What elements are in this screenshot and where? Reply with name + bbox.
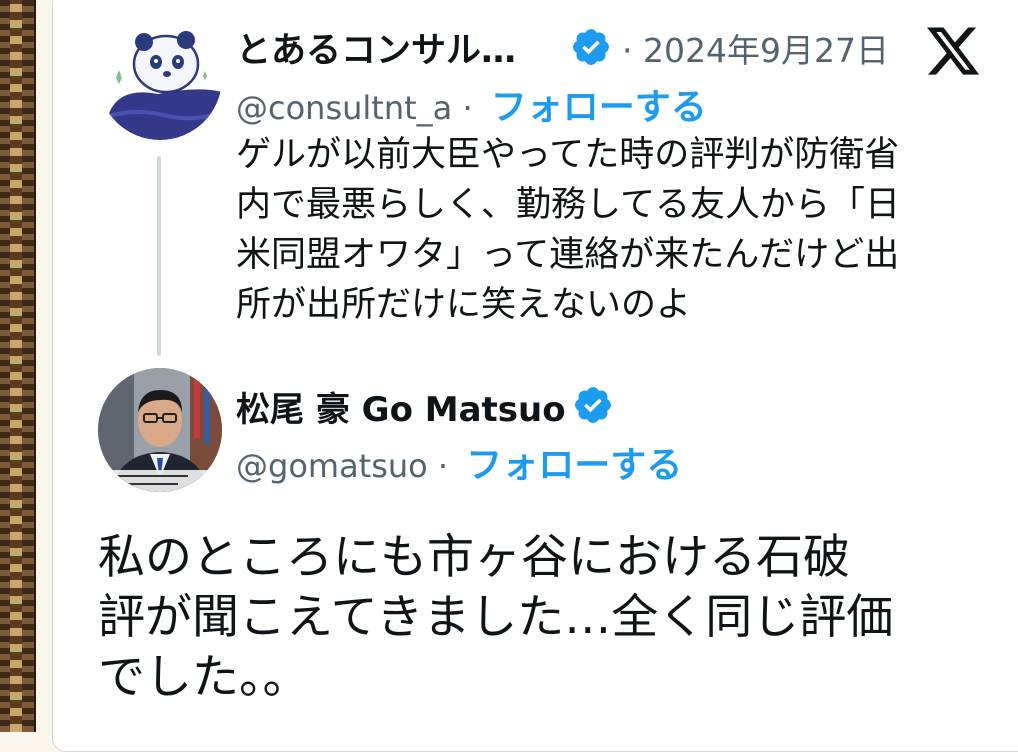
main-display-name[interactable]: 松尾 豪 Go Matsuo (236, 382, 566, 431)
avatar-consultnt[interactable] (98, 16, 222, 140)
decorative-frame-border (0, 0, 36, 732)
handle-separator: · (437, 447, 449, 485)
quoted-tweet-text: ゲルが以前大臣やってた時の評判が防衛省 内で最悪らしく、勤務してる友人から「日 … (236, 130, 996, 330)
quoted-handle-line: @consultnt_a · フォローする (236, 78, 707, 130)
avatar-gomatsuo[interactable] (98, 368, 222, 492)
date-separator: · (622, 31, 633, 70)
main-tweet-text: 私のところにも市ヶ谷における石破 評が聞こえてきました…全く同じ評価 でした。。 (98, 528, 998, 708)
quoted-date-line[interactable]: · 2024年9月27日 (622, 24, 889, 72)
quoted-display-name[interactable]: とあるコンサル… (236, 22, 516, 73)
follow-button-gomatsuo[interactable]: フォローする (466, 445, 682, 486)
thread-connector-line (157, 156, 161, 356)
quoted-text-line: 内で最悪らしく、勤務してる友人から「日 (236, 185, 900, 225)
main-handle[interactable]: @gomatsuo (236, 447, 428, 485)
main-handle-line: @gomatsuo · フォローする (236, 436, 682, 488)
handle-separator: · (462, 89, 473, 127)
quoted-handle[interactable]: @consultnt_a (236, 89, 452, 127)
quoted-text-line: 所が出所だけに笑えないのよ (236, 285, 692, 325)
main-text-line: でした。。 (98, 650, 310, 705)
verified-badge-icon (575, 387, 611, 423)
quoted-text-line: 米同盟オワタ」って連絡が来たんだけど出 (236, 235, 900, 275)
main-text-line: 私のところにも市ヶ谷における石破 (98, 530, 850, 585)
follow-button-consultnt[interactable]: フォローする (491, 87, 707, 128)
verified-badge-icon (573, 29, 609, 65)
main-text-line: 評が聞こえてきました…全く同じ評価 (98, 590, 894, 645)
x-logo-icon[interactable] (922, 22, 984, 80)
quoted-date[interactable]: 2024年9月27日 (643, 31, 889, 70)
quoted-text-line: ゲルが以前大臣やってた時の評判が防衛省 (236, 135, 900, 175)
